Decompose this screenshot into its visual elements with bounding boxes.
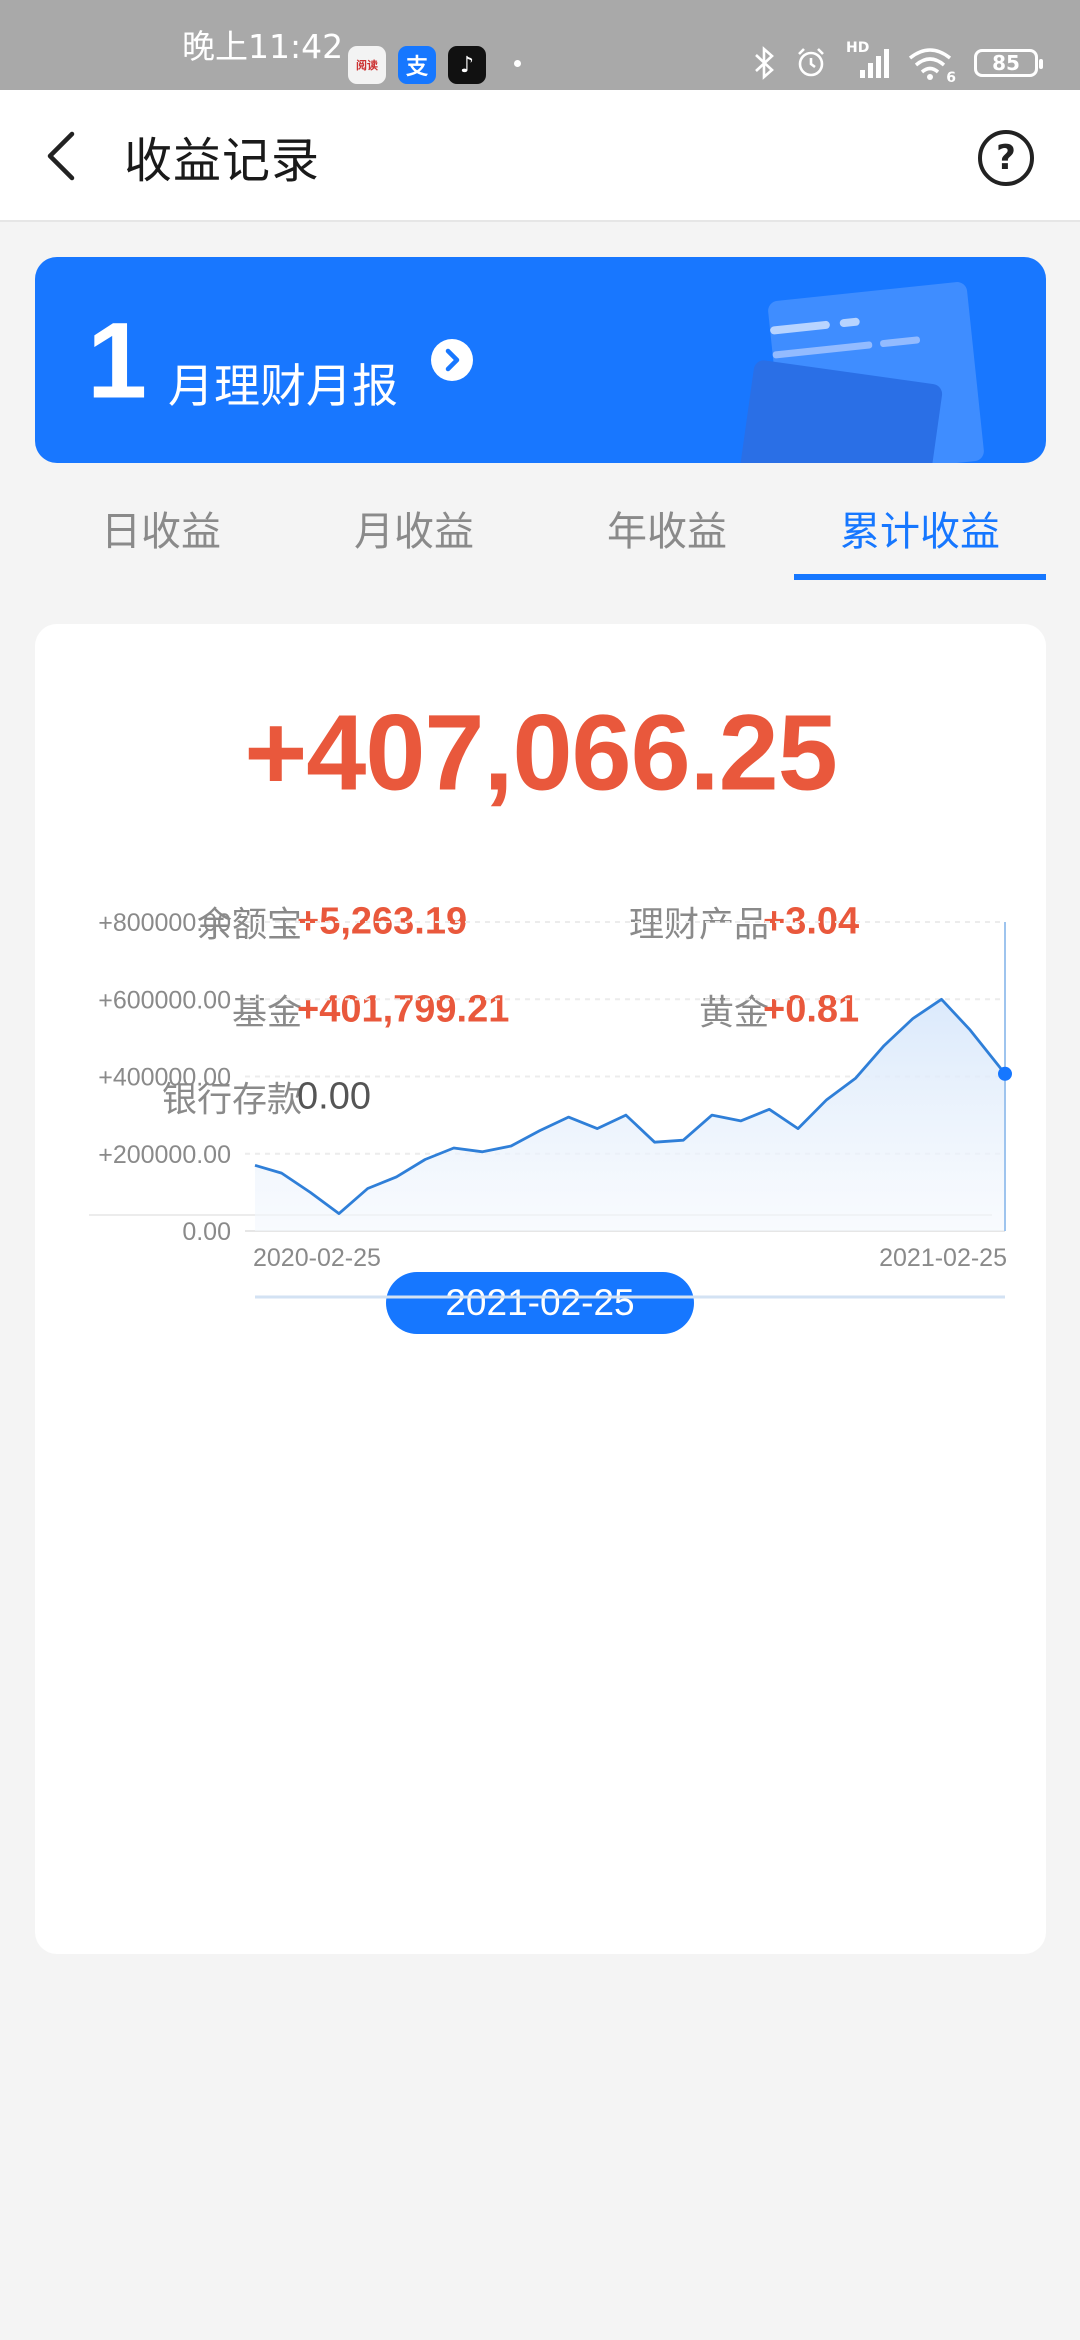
page-title: 收益记录	[124, 133, 321, 189]
status-time: 晚上11:42	[182, 27, 344, 66]
y-tick-label: +600000.00	[98, 986, 231, 1014]
battery-icon: 85	[974, 49, 1043, 77]
banner-title: 月理财月报	[168, 359, 398, 413]
alipay-icon: 支	[398, 46, 436, 84]
tab-cumulative[interactable]: 累计收益	[794, 478, 1046, 578]
tab-daily[interactable]: 日收益	[35, 478, 287, 578]
cumulative-earnings-chart[interactable]: +800000.00 +600000.00 +400000.00 +200000.00…	[35, 624, 1046, 1954]
back-button[interactable]	[38, 124, 98, 188]
y-tick-label: 0.00	[182, 1218, 231, 1246]
chevron-left-icon	[47, 131, 75, 181]
status-bar: 晚上11:42 阅读 支 ♪ HD 6 85	[0, 0, 1080, 90]
x-tick-label: 2020-02-25	[253, 1244, 381, 1272]
earnings-area	[255, 999, 1005, 1231]
battery-level: 85	[992, 51, 1020, 75]
monthly-report-banner[interactable]: 1 月理财月报	[35, 257, 1046, 463]
wifi-icon: 6	[908, 46, 956, 86]
earnings-card: +407,066.25 余额宝 +5,263.19 理财产品 +3.04 基金 …	[35, 624, 1046, 1954]
chevron-right-circle-icon	[431, 339, 473, 381]
y-tick-label: +400000.00	[98, 1064, 231, 1092]
help-button[interactable]: ?	[978, 130, 1034, 186]
selected-data-point	[998, 1066, 1012, 1081]
tab-monthly[interactable]: 月收益	[288, 478, 540, 578]
y-tick-label: +800000.00	[98, 909, 231, 937]
earnings-tabs: 日收益 月收益 年收益 累计收益	[35, 478, 1046, 582]
notification-dot-icon	[514, 60, 521, 67]
tab-yearly[interactable]: 年收益	[541, 478, 793, 578]
wifi-sub-label: 6	[946, 70, 956, 86]
question-circle-icon: ?	[996, 138, 1016, 178]
news-app-icon: 阅读	[348, 46, 386, 84]
bluetooth-icon	[755, 46, 774, 80]
tiktok-icon: ♪	[448, 46, 486, 84]
banner-month-number: 1	[87, 299, 148, 421]
alarm-icon	[798, 48, 824, 77]
x-tick-label: 2021-02-25	[879, 1244, 1007, 1272]
active-tab-indicator	[794, 574, 1046, 580]
app-header: 收益记录 ?	[0, 90, 1080, 222]
y-tick-label: +200000.00	[98, 1141, 231, 1169]
report-illustration-icon	[716, 281, 1016, 463]
signal-icon: HD	[846, 40, 890, 80]
